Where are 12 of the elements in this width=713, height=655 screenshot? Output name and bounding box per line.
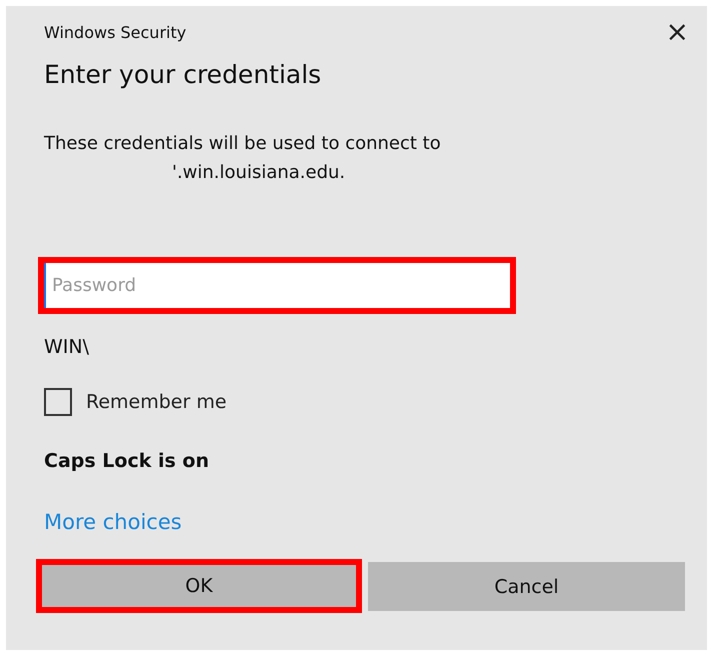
password-field[interactable]: Password [38,257,516,314]
caps-lock-warning: Caps Lock is on [44,450,210,472]
dialog-heading: Enter your credentials [44,60,322,89]
cancel-button[interactable]: Cancel [368,562,685,611]
message-text: These credentials will be used to connect to [44,132,442,156]
domain-text: WIN\ [44,336,90,358]
window-title: Windows Security [44,22,186,42]
remember-checkbox[interactable] [44,388,72,416]
ok-button[interactable]: OK [36,559,362,613]
checkbox-label: Remember me [86,391,227,413]
message-text: '.win.louisiana.edu. [171,161,346,185]
close-button[interactable]: × [662,20,693,44]
